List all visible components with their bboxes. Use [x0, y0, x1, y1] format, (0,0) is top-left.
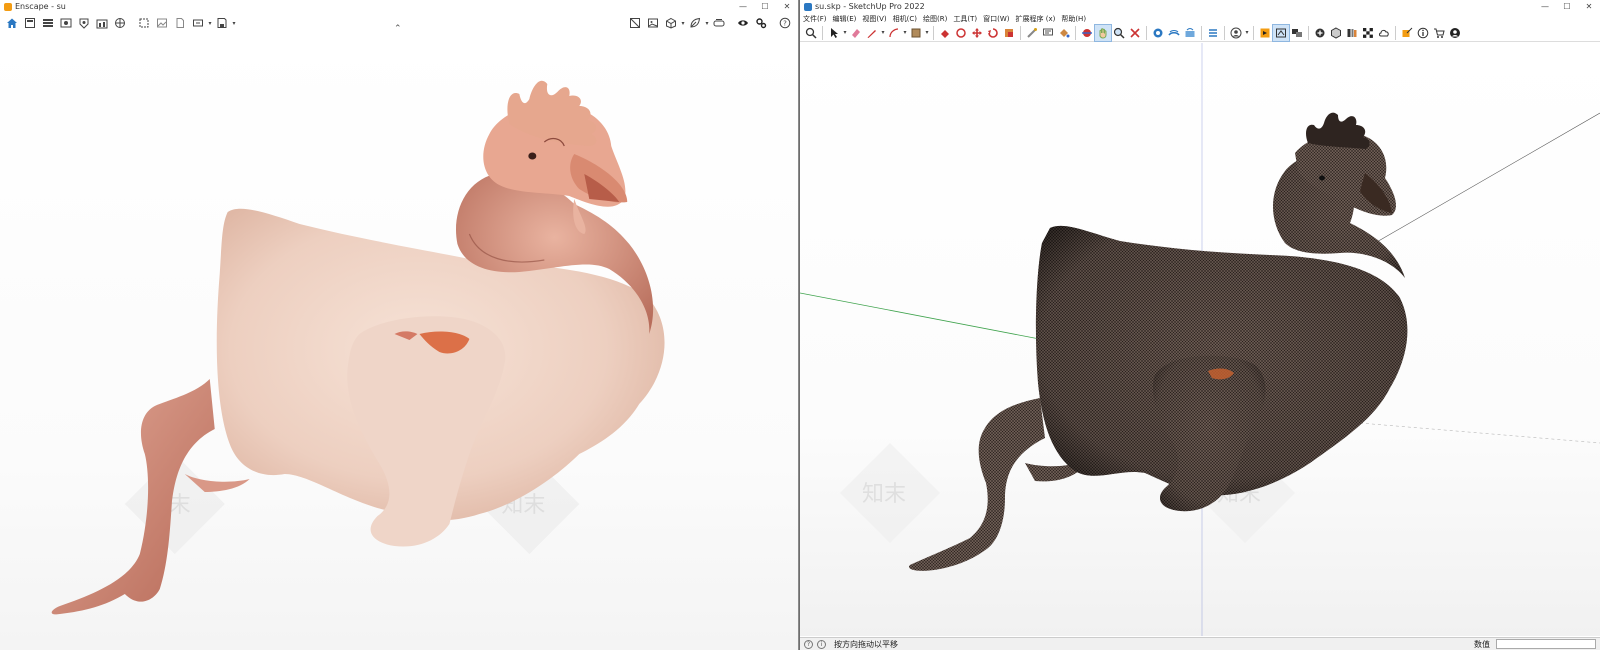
menu-edit[interactable]: 编辑(E): [833, 14, 857, 24]
cloud-upload-icon[interactable]: [1376, 25, 1392, 41]
panorama-icon[interactable]: [75, 15, 93, 31]
text-icon[interactable]: [1040, 25, 1056, 41]
menu-extensions[interactable]: 扩展程序 (x): [1015, 14, 1055, 24]
enscape-app-icon: [4, 2, 12, 11]
enscape-window-title: Enscape - su: [15, 2, 66, 11]
watermark-text-3: 知末: [862, 482, 906, 507]
shopping-cart-icon[interactable]: [1431, 25, 1447, 41]
user-account-icon[interactable]: [1228, 25, 1244, 41]
rendered-chicken-model: 知末 知末: [0, 34, 798, 650]
wireframe-chicken-model: 知末 知末: [800, 43, 1600, 636]
enscape-live-updates-icon[interactable]: [1272, 23, 1290, 42]
offset-icon[interactable]: [953, 25, 969, 41]
add-asset-icon[interactable]: [1312, 25, 1328, 41]
geo-location-icon[interactable]: ?: [804, 639, 813, 649]
sketchup-modeling-viewport[interactable]: 知末 知末: [800, 43, 1600, 636]
enscape-titlebar[interactable]: Enscape - su — ☐ ✕: [0, 0, 798, 13]
menu-window[interactable]: 窗口(W): [983, 14, 1009, 24]
menu-file[interactable]: 文件(F): [803, 14, 827, 24]
gear-settings-icon[interactable]: [752, 15, 770, 31]
rotate-icon[interactable]: [985, 25, 1001, 41]
extension-warehouse-icon[interactable]: [1166, 25, 1182, 41]
shape-dropdown-icon[interactable]: ▾: [924, 29, 930, 36]
close-button[interactable]: ✕: [1578, 0, 1600, 13]
web-standalone-icon[interactable]: [93, 15, 111, 31]
cube-view-icon[interactable]: [662, 15, 680, 31]
tape-measure-icon[interactable]: [1024, 25, 1040, 41]
collapse-chevron-up-icon[interactable]: ⌃: [394, 24, 402, 34]
info-icon[interactable]: [1415, 25, 1431, 41]
enscape-library-icon[interactable]: [1344, 25, 1360, 41]
materials-icon[interactable]: [644, 15, 662, 31]
arc-icon[interactable]: [886, 25, 902, 41]
minimize-button[interactable]: —: [1534, 0, 1556, 13]
sketchup-titlebar[interactable]: su.skp - SketchUp Pro 2022 — ☐ ✕: [800, 0, 1600, 13]
eraser-icon[interactable]: [848, 25, 864, 41]
batch-render-icon[interactable]: [39, 15, 57, 31]
zoom-icon[interactable]: [1111, 25, 1127, 41]
leaf-icon[interactable]: [686, 15, 704, 31]
measurements-input[interactable]: [1496, 639, 1596, 649]
select-arrow-icon[interactable]: [826, 25, 842, 41]
save-dropdown-caret-icon[interactable]: ▾: [231, 20, 237, 27]
close-button[interactable]: ✕: [776, 0, 798, 13]
document-icon[interactable]: [171, 15, 189, 31]
layout-icon[interactable]: [1182, 25, 1198, 41]
pan-hand-icon[interactable]: [1094, 23, 1112, 42]
video-editor-icon[interactable]: [57, 15, 75, 31]
enscape-sync-views-icon[interactable]: [1289, 25, 1305, 41]
profile-icon[interactable]: [1447, 25, 1463, 41]
export-icon[interactable]: [189, 15, 207, 31]
vr-headset-icon[interactable]: [710, 15, 728, 31]
enscape-export-icon[interactable]: [1399, 25, 1415, 41]
orbit-icon[interactable]: [1079, 25, 1095, 41]
asset-library-icon[interactable]: [626, 15, 644, 31]
sketchup-app-icon: [804, 2, 812, 11]
menu-camera[interactable]: 相机(C): [893, 14, 917, 24]
search-icon[interactable]: [803, 25, 819, 41]
menu-draw[interactable]: 绘图(R): [923, 14, 947, 24]
status-message: 按方向拖动以平移: [834, 639, 898, 649]
rectangle-icon[interactable]: [908, 25, 924, 41]
account-dropdown-icon[interactable]: ▾: [1244, 29, 1250, 36]
svg-text:?: ?: [783, 20, 787, 28]
enscape-toolbar-right: ▾ ▾ ?: [626, 13, 794, 33]
maximize-button[interactable]: ☐: [1556, 0, 1578, 13]
globe-icon[interactable]: [111, 15, 129, 31]
enscape-start-icon[interactable]: [1257, 25, 1273, 41]
3d-warehouse-icon[interactable]: [1150, 25, 1166, 41]
sketchup-statusbar: ? i 按方向拖动以平移 数值: [800, 637, 1600, 650]
menu-view[interactable]: 视图(V): [862, 14, 886, 24]
menu-help[interactable]: 帮助(H): [1061, 14, 1086, 24]
enscape-materials-icon[interactable]: [1328, 25, 1344, 41]
paint-bucket-icon[interactable]: [1056, 25, 1072, 41]
maximize-button[interactable]: ☐: [754, 0, 776, 13]
image-icon[interactable]: [153, 15, 171, 31]
checker-grid-icon[interactable]: [1360, 25, 1376, 41]
move-icon[interactable]: [969, 25, 985, 41]
push-pull-icon[interactable]: [937, 25, 953, 41]
save-view-icon[interactable]: [21, 15, 39, 31]
screenshot-icon[interactable]: [135, 15, 153, 31]
sketchup-toolbar: ▾ ▾ ▾ ▾ ▾: [800, 23, 1600, 42]
credits-icon[interactable]: i: [817, 639, 826, 649]
menu-tools[interactable]: 工具(T): [953, 14, 977, 24]
sketchup-window-title: su.skp - SketchUp Pro 2022: [815, 2, 925, 11]
save-dropdown-icon[interactable]: [213, 15, 231, 31]
eye-visual-settings-icon[interactable]: [734, 15, 752, 31]
sketchup-menubar: 文件(F) 编辑(E) 视图(V) 相机(C) 绘图(R) 工具(T) 窗口(W…: [800, 13, 1600, 24]
measurements-label: 数值: [1474, 639, 1490, 649]
home-icon[interactable]: [3, 15, 21, 31]
extension-manager-icon[interactable]: [1205, 25, 1221, 41]
sketchup-window-controls: — ☐ ✕: [1534, 0, 1600, 13]
help-icon[interactable]: ?: [776, 15, 794, 31]
pencil-line-icon[interactable]: [864, 25, 880, 41]
scale-icon[interactable]: [1001, 25, 1017, 41]
minimize-button[interactable]: —: [732, 0, 754, 13]
enscape-window-controls: — ☐ ✕: [732, 0, 798, 13]
enscape-render-viewport[interactable]: 知末 知末: [0, 34, 798, 650]
sketchup-window: su.skp - SketchUp Pro 2022 — ☐ ✕ 文件(F) 编…: [800, 0, 1600, 650]
enscape-window: Enscape - su — ☐ ✕ ▾ ▾ ⌃ ▾ ▾ ? 知末: [0, 0, 799, 650]
zoom-extents-icon[interactable]: [1127, 25, 1143, 41]
